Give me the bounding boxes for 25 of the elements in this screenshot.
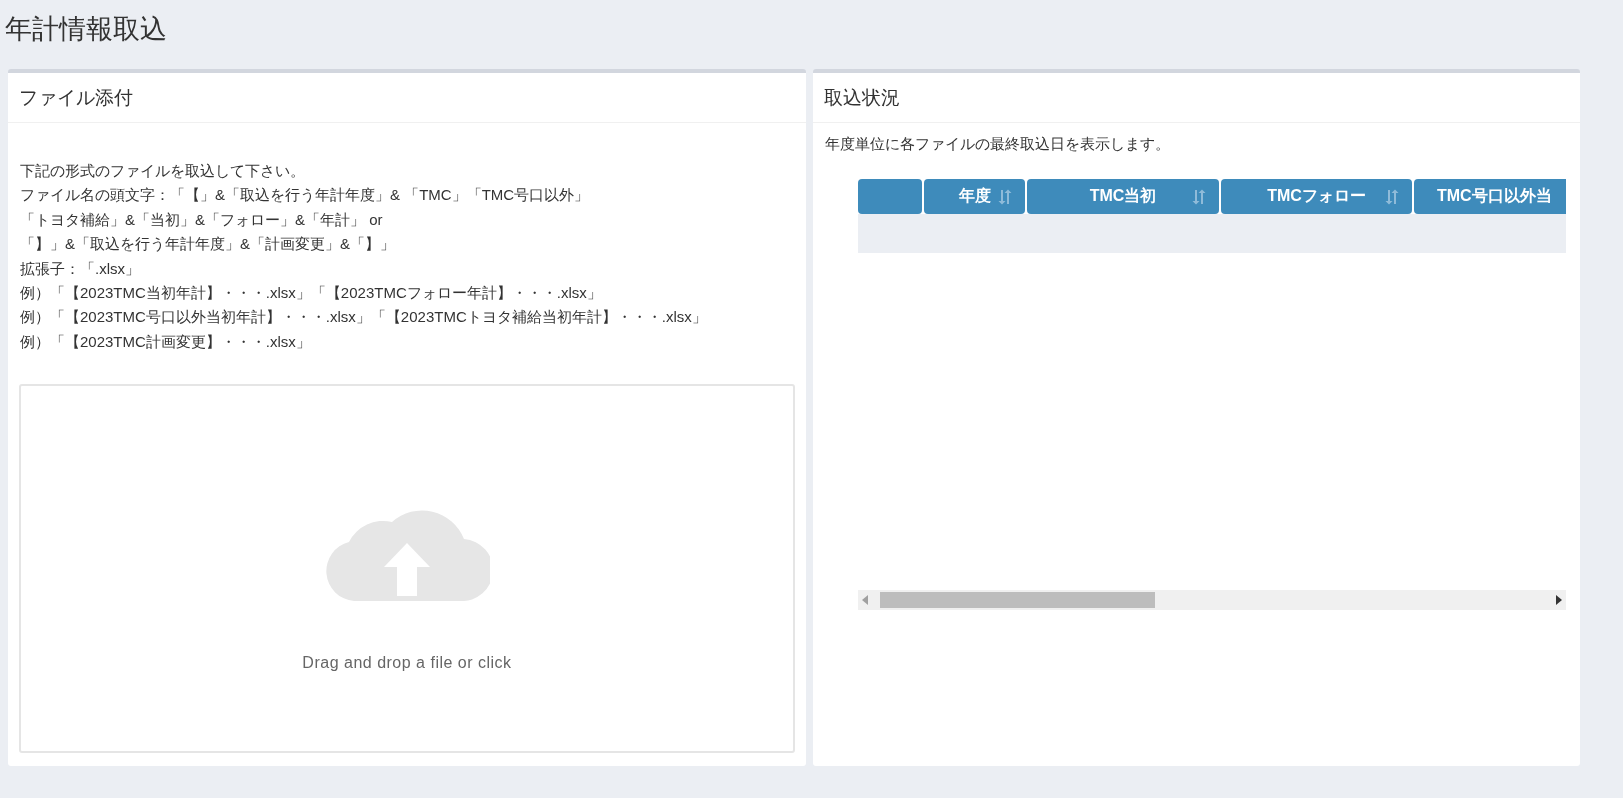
scroll-left-icon[interactable] (862, 595, 868, 605)
sort-icon[interactable] (1384, 189, 1400, 205)
instruction-text: 「トヨタ補給」&「当初」&「フォロー」&「年計」 or (20, 209, 384, 230)
panel-title: 取込状況 (813, 73, 1580, 123)
sort-icon[interactable] (997, 189, 1013, 205)
instruction-text: 例）「【2023TMC号口以外当初年計】・・・.xlsx」「【2023TMCトヨタ補給当初年計】・・・.xlsx」 (20, 307, 708, 328)
panel-title: ファイル添付 (8, 73, 806, 123)
page-title: 年計情報取込 (4, 13, 168, 46)
dropzone-text: Drag and drop a file or click (302, 654, 512, 672)
horizontal-scrollbar[interactable] (858, 590, 1566, 610)
column-header[interactable] (858, 179, 922, 214)
instruction-text: 例）「【2023TMC計画変更】・・・.xlsx」 (20, 331, 312, 352)
instruction-text: 例）「【2023TMC当初年計】・・・.xlsx」「【2023TMCフォロー年計】・・・.xlsx」 (20, 283, 603, 304)
instruction-text: 拡張子：「.xlsx」 (20, 258, 141, 279)
column-header[interactable]: TMCフォロー (1221, 179, 1412, 214)
scroll-right-icon[interactable] (1556, 595, 1562, 605)
file-dropzone[interactable]: Drag and drop a file or click (19, 384, 795, 753)
instruction-text: 下記の形式のファイルを取込して下さい。 (20, 161, 306, 181)
instruction-text: 「】」&「取込を行う年計年度」&「計画変更」&「】」 (20, 234, 396, 255)
column-header[interactable]: TMC当初 (1027, 179, 1219, 214)
column-header[interactable]: 年度 (924, 179, 1025, 214)
sort-icon[interactable] (1191, 189, 1207, 205)
column-header[interactable]: TMC号口以外当 (1414, 179, 1566, 214)
description-text: 年度単位に各ファイルの最終取込日を表示します。 (824, 134, 1171, 154)
instruction-text: ファイル名の頭文字：「【」&「取込を行う年計年度」& 「TMC」「TMC号口以外」 (20, 185, 591, 206)
